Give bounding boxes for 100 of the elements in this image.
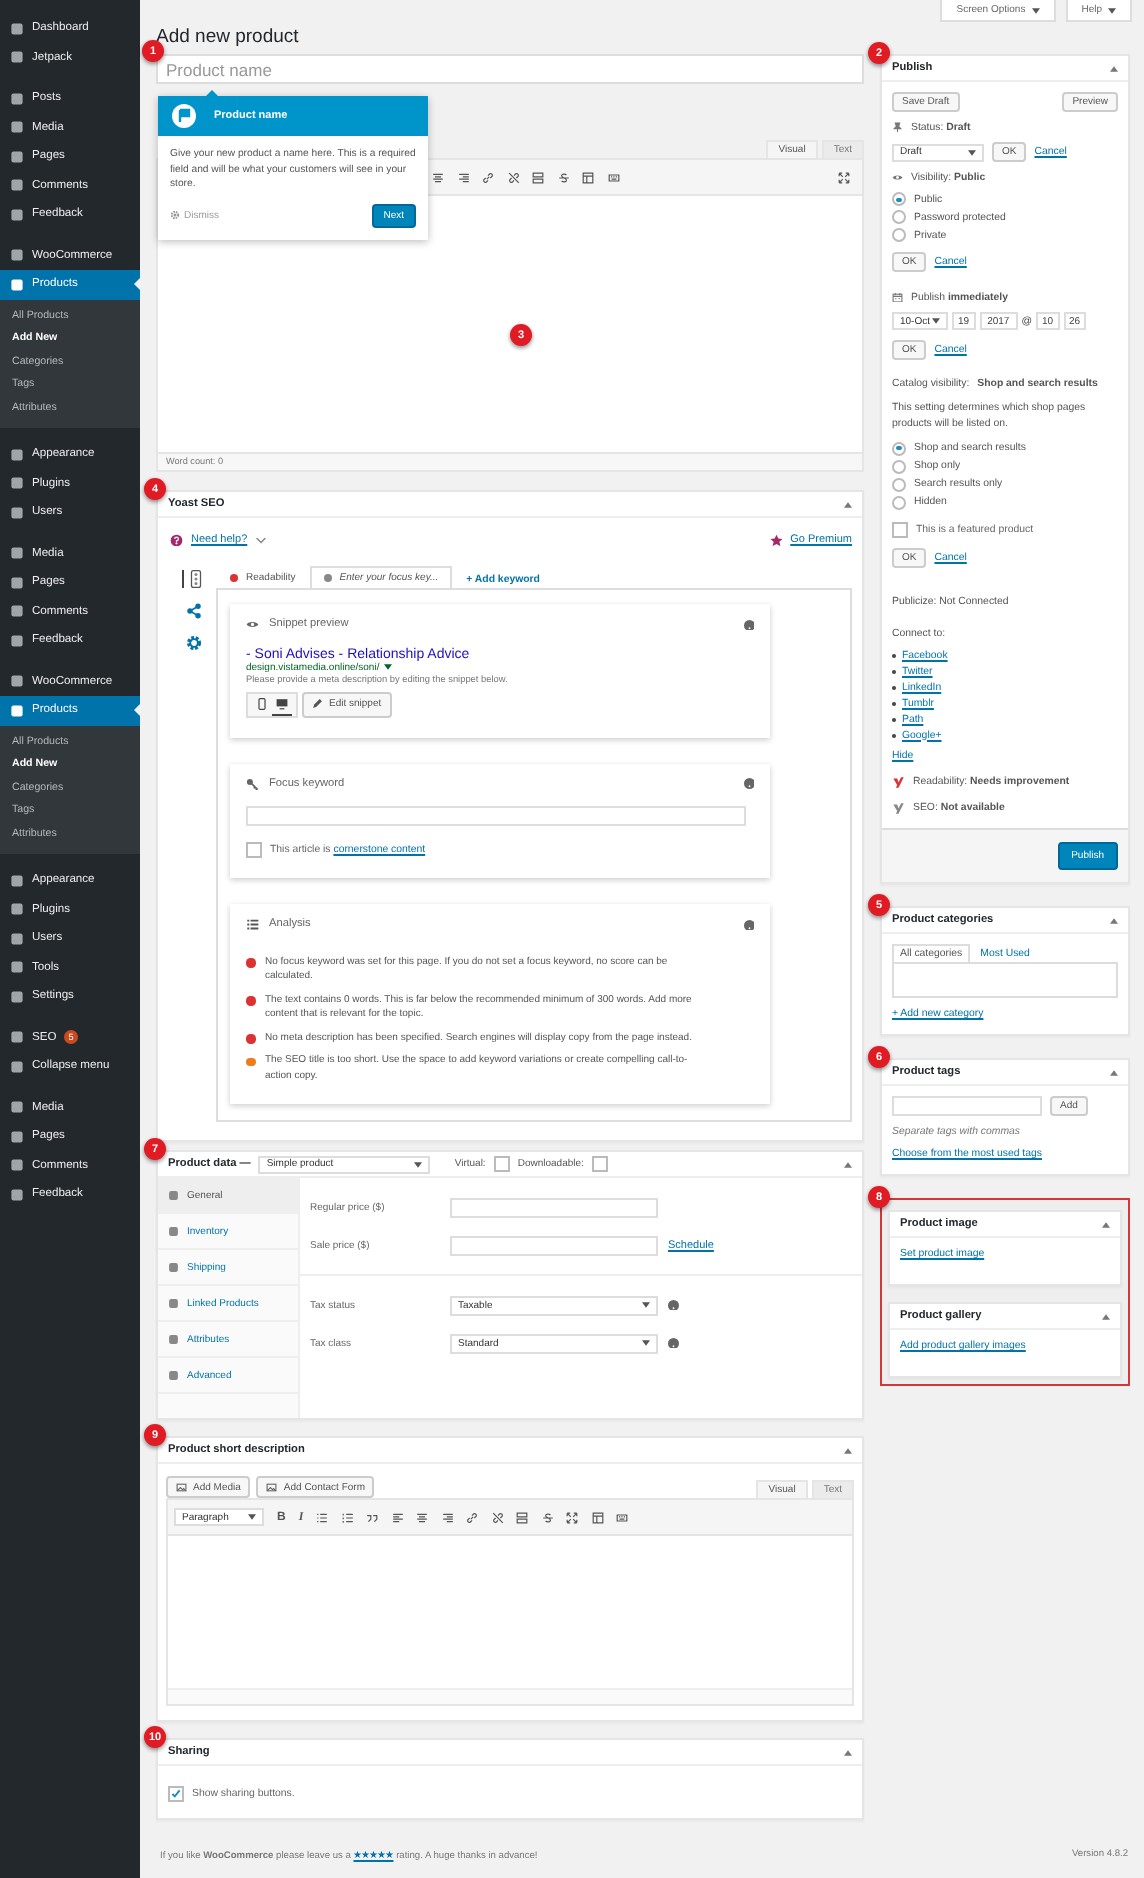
square-icon (10, 1187, 24, 1202)
square-icon (10, 1158, 24, 1173)
square-icon (10, 178, 24, 193)
square-icon (10, 149, 24, 164)
strikethrough-icon[interactable] (557, 171, 569, 183)
align-right-icon[interactable] (441, 1511, 454, 1523)
numbered-list-icon[interactable] (341, 1511, 354, 1523)
checkbox[interactable] (591, 1156, 608, 1172)
price-field[interactable] (450, 1197, 658, 1217)
keyboard-icon[interactable] (616, 1511, 629, 1523)
unlink-icon[interactable] (507, 171, 519, 183)
strikethrough-icon[interactable] (541, 1511, 554, 1523)
square-icon (10, 575, 24, 590)
checkbox[interactable] (246, 842, 262, 858)
pencil-icon (312, 698, 323, 710)
align-left-icon[interactable] (391, 1511, 404, 1523)
bullet-list-icon[interactable] (316, 1511, 329, 1523)
square-icon (10, 546, 24, 561)
caret-icon (248, 1514, 256, 1520)
align-center-icon[interactable] (416, 1511, 429, 1523)
caret-icon (968, 149, 976, 156)
square-icon (10, 21, 24, 36)
collapse-icon[interactable] (844, 1447, 852, 1453)
caret-icon (383, 664, 392, 670)
square-icon (10, 50, 24, 65)
key-icon (246, 777, 259, 790)
tag-field[interactable] (892, 1096, 1042, 1117)
square-icon (10, 604, 24, 619)
read-more-icon[interactable] (516, 1511, 529, 1523)
eye-icon (892, 172, 903, 184)
caret-icon (414, 1161, 423, 1167)
link-icon[interactable] (466, 1511, 479, 1523)
collapse-icon[interactable] (1110, 917, 1118, 924)
square-icon (10, 91, 24, 106)
flag-icon (172, 104, 196, 128)
align-center-icon[interactable] (432, 171, 444, 183)
product-name-field[interactable]: Product name (156, 54, 864, 84)
square-icon (10, 989, 24, 1004)
settings-icon[interactable] (185, 634, 201, 652)
caret-icon (1108, 7, 1116, 13)
phone-icon[interactable] (252, 693, 272, 715)
monitor-icon[interactable] (272, 693, 292, 715)
eye-icon (246, 618, 259, 631)
collapse-icon[interactable] (1102, 1313, 1110, 1320)
square-icon (168, 1189, 179, 1201)
price-field[interactable] (450, 1235, 658, 1255)
radio-button[interactable] (892, 441, 906, 456)
collapse-icon[interactable] (1110, 1069, 1118, 1076)
checkbox[interactable] (892, 522, 908, 539)
settings-icon (170, 210, 180, 220)
fullscreen-icon[interactable] (566, 1511, 579, 1523)
toolbar-toggle-icon[interactable] (582, 171, 594, 183)
radio-button[interactable] (892, 495, 906, 510)
pin-icon (892, 121, 903, 133)
square-icon (168, 1225, 179, 1237)
square-icon (10, 703, 24, 718)
square-icon (10, 633, 24, 648)
square-icon (10, 674, 24, 689)
traffic-light-icon[interactable] (182, 570, 204, 588)
collapse-icon[interactable] (1102, 1221, 1110, 1228)
collapse-icon[interactable] (844, 1161, 852, 1167)
fullscreen-icon[interactable] (838, 171, 850, 183)
square-icon (10, 277, 24, 292)
square-icon (168, 1261, 179, 1273)
focus-keyword-field[interactable] (246, 806, 746, 826)
square-icon (10, 476, 24, 491)
caret-icon (932, 318, 940, 325)
caret-icon[interactable] (255, 537, 266, 543)
square-icon (168, 1369, 179, 1381)
square-icon (10, 960, 24, 975)
caret-icon (1031, 7, 1040, 13)
square-icon (10, 207, 24, 222)
square-icon (10, 1129, 24, 1144)
collapse-icon[interactable] (1110, 65, 1118, 71)
unlink-icon[interactable] (491, 1511, 504, 1523)
square-icon (10, 120, 24, 135)
align-right-icon[interactable] (457, 171, 469, 183)
link-icon[interactable] (482, 171, 494, 183)
star-icon (769, 533, 783, 547)
calendar-icon (892, 291, 903, 303)
media-icon (266, 1481, 278, 1493)
read-more-icon[interactable] (532, 171, 544, 183)
square-icon (10, 931, 24, 946)
collapse-icon[interactable] (844, 501, 852, 507)
radio-button[interactable] (892, 477, 906, 492)
square-icon (10, 1030, 24, 1045)
toolbar-toggle-icon[interactable] (591, 1511, 604, 1523)
caret-icon (642, 1340, 650, 1346)
square-icon (10, 1100, 24, 1115)
radio-button[interactable] (892, 210, 906, 225)
radio-button[interactable] (892, 192, 906, 207)
square-icon (10, 505, 24, 520)
radio-button[interactable] (892, 459, 906, 474)
radio-button[interactable] (892, 228, 906, 243)
share-icon[interactable] (185, 602, 201, 620)
keyboard-icon[interactable] (607, 171, 619, 183)
blockquote-icon[interactable] (366, 1511, 379, 1523)
collapse-icon[interactable] (844, 1749, 852, 1755)
checkbox[interactable] (493, 1156, 510, 1172)
checkbox[interactable] (168, 1786, 184, 1802)
